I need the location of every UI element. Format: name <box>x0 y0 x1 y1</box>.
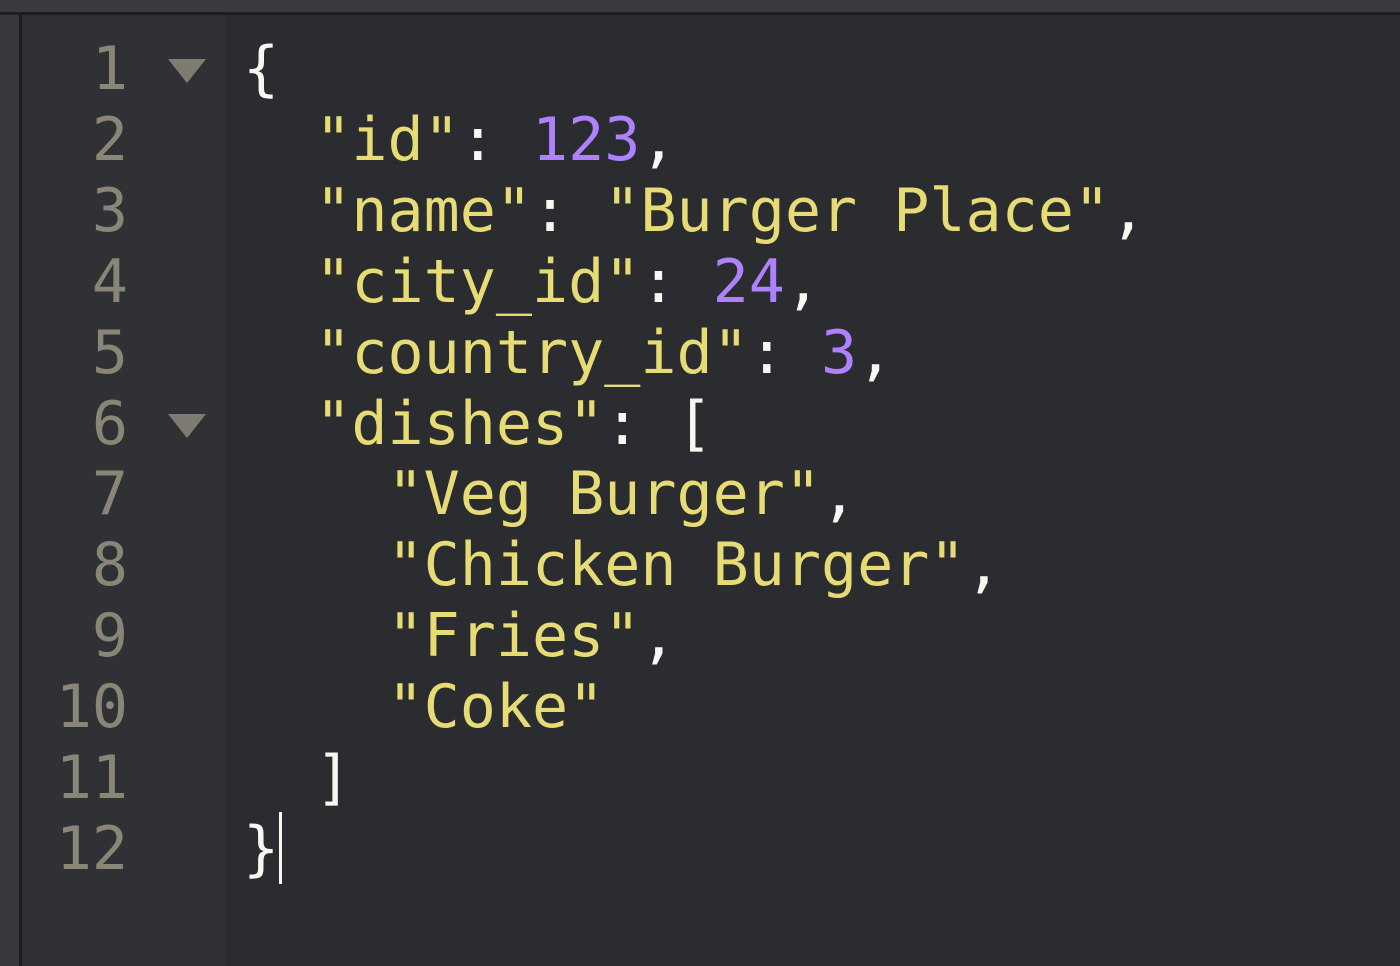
string-token: "id" <box>315 104 460 175</box>
string-token: "Veg Burger" <box>387 459 821 530</box>
string-token: "Coke" <box>387 672 605 743</box>
code-line[interactable]: "name": "Burger Place", <box>243 176 1146 247</box>
line-number: 4 <box>91 246 128 317</box>
punctuation-token: : <box>459 104 532 175</box>
line-number: 1 <box>91 34 128 104</box>
side-panel-edge <box>0 15 22 966</box>
punctuation-token: : <box>748 317 821 388</box>
code-line[interactable]: } <box>243 812 283 885</box>
string-token: "Burger Place" <box>604 175 1110 246</box>
punctuation-token: } <box>243 813 280 884</box>
punctuation-token: : <box>532 175 605 246</box>
text-cursor <box>279 812 283 885</box>
punctuation-token: ] <box>315 743 352 813</box>
number-token: 123 <box>532 104 641 175</box>
code-line[interactable]: "Fries", <box>243 601 677 672</box>
punctuation-token: { <box>243 34 280 104</box>
code-line[interactable]: "Coke" <box>243 672 605 743</box>
punctuation-token: , <box>820 459 858 530</box>
punctuation-token: , <box>857 317 894 388</box>
line-number: 7 <box>91 459 128 530</box>
string-token: "dishes" <box>315 388 605 459</box>
string-token: "Chicken Burger" <box>387 530 966 601</box>
line-number: 11 <box>55 743 128 813</box>
line-number: 9 <box>91 601 128 672</box>
punctuation-token: , <box>1109 175 1147 246</box>
editor-tab-bar <box>0 0 1400 15</box>
punctuation-token: , <box>640 104 677 175</box>
code-line[interactable]: "Chicken Burger", <box>243 530 1002 601</box>
string-token: "name" <box>315 175 532 246</box>
code-line[interactable]: { <box>243 34 279 105</box>
string-token: "Fries" <box>387 601 641 672</box>
code-line[interactable]: "id": 123, <box>243 104 677 176</box>
number-token: 3 <box>820 317 858 388</box>
line-number: 10 <box>55 672 128 743</box>
punctuation-token: : [ <box>604 388 713 459</box>
code-line[interactable]: "dishes": [ <box>243 388 713 460</box>
line-number: 12 <box>55 813 128 884</box>
code-line[interactable]: "Veg Burger", <box>243 459 858 530</box>
code-line[interactable]: "country_id": 3, <box>243 318 893 389</box>
string-token: "country_id" <box>315 317 749 388</box>
number-token: 24 <box>712 246 785 317</box>
line-number: 3 <box>91 175 128 246</box>
punctuation-token: , <box>640 601 677 672</box>
code-line[interactable]: "city_id": 24, <box>243 247 821 318</box>
line-number: 8 <box>91 530 128 601</box>
fold-arrow-icon[interactable] <box>168 59 206 83</box>
punctuation-token: , <box>965 530 1002 601</box>
punctuation-token: : <box>640 246 713 317</box>
line-number: 2 <box>91 104 128 175</box>
line-number: 6 <box>91 388 128 459</box>
line-number: 5 <box>91 317 128 388</box>
punctuation-token: , <box>784 246 821 317</box>
code-line[interactable]: ] <box>243 743 351 814</box>
string-token: "city_id" <box>315 246 641 317</box>
fold-arrow-icon[interactable] <box>168 413 206 438</box>
